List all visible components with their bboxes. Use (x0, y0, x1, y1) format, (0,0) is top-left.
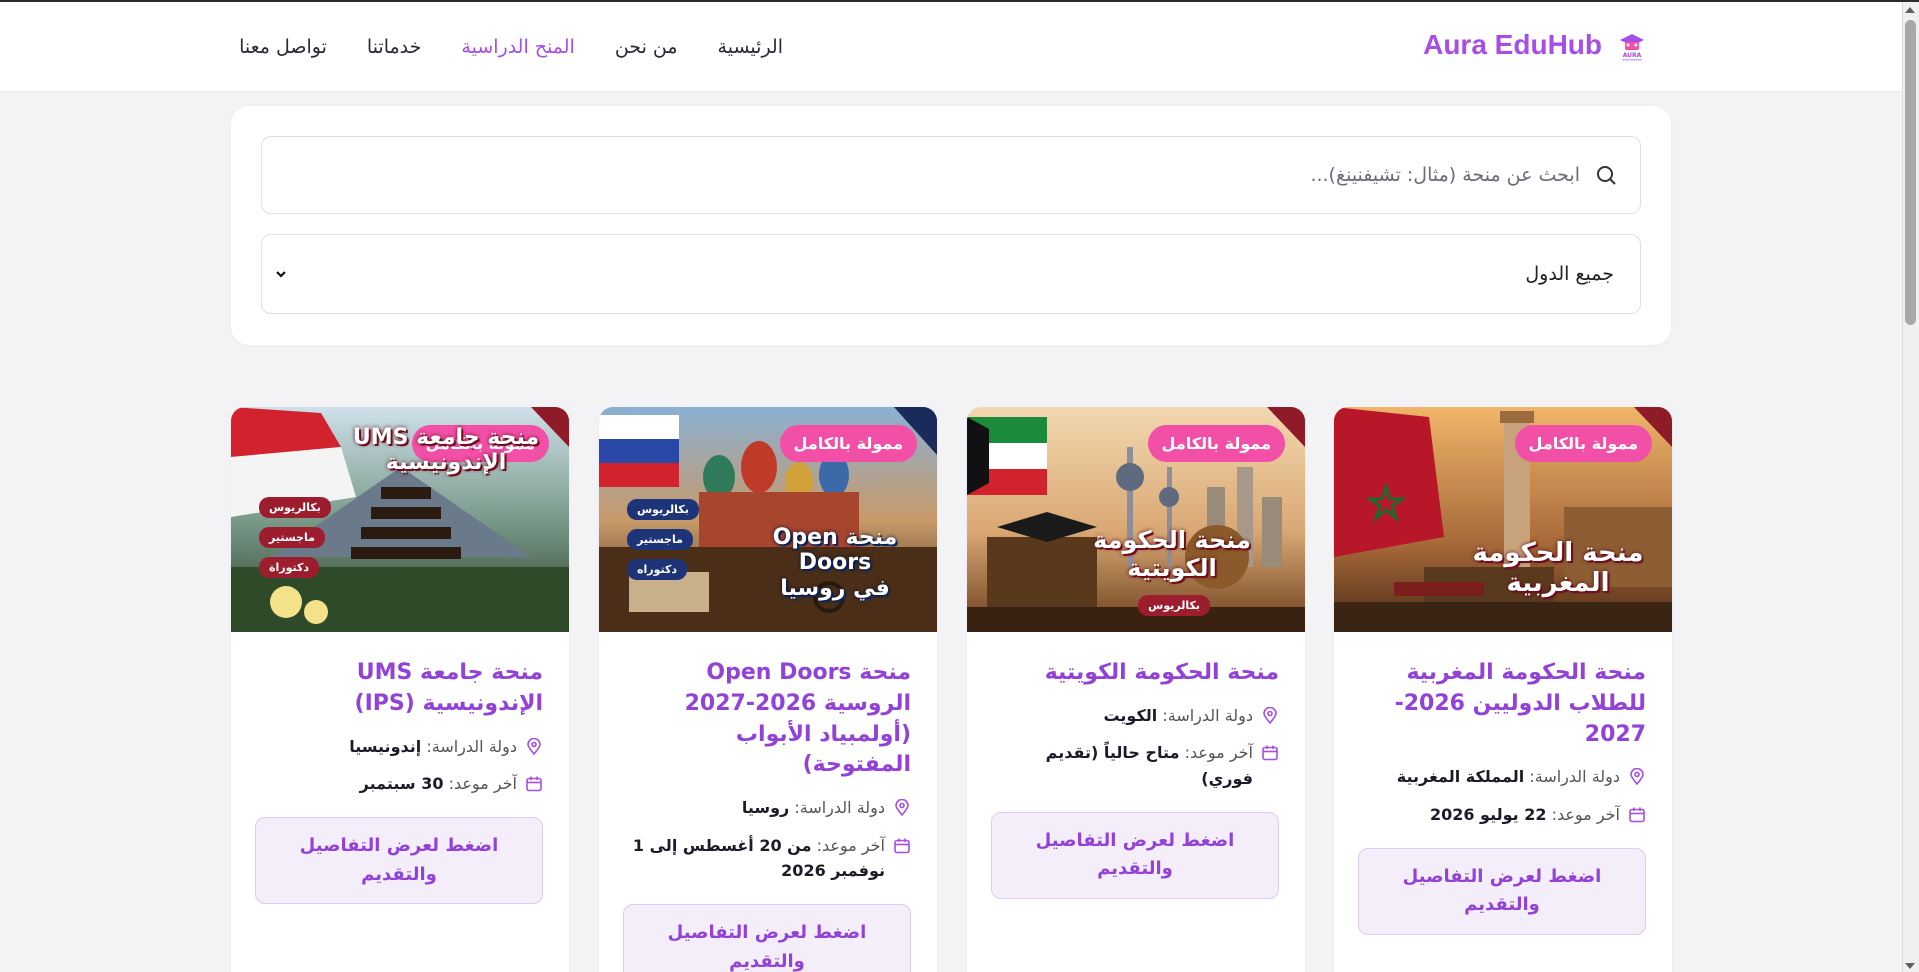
scholarship-card: ممولة بالكامل منحة الحكومة المغربية منحة… (1334, 407, 1672, 972)
country-value: إندونيسيا (349, 736, 422, 756)
brand-name[interactable]: Aura EduHub (1423, 29, 1602, 61)
level-tag: ماجستير (627, 529, 693, 550)
country-label: دولة الدراسة: (426, 736, 517, 756)
country-row: دولة الدراسة: الكويت (993, 703, 1279, 729)
card-image[interactable]: ممولة بالكامل منحة Open Doors في روسيا ب… (599, 407, 937, 632)
page-scrollbar[interactable] (1902, 2, 1919, 972)
country-select-value: جميع الدول (1525, 263, 1614, 285)
level-tag: بكالريوس (627, 499, 699, 520)
svg-text:AURA: AURA (1623, 52, 1642, 59)
chevron-down-icon (276, 271, 286, 278)
deadline-label: آخر موعد: (448, 774, 517, 794)
nav-about[interactable]: من نحن (615, 36, 678, 58)
card-body: منحة الحكومة المغربية للطلاب الدوليين 20… (1334, 632, 1672, 936)
nav-scholarships[interactable]: المنح الدراسية (461, 36, 574, 58)
scholarship-card: ممولة بالكامل منحة جامعة UMS الإندونيسية… (231, 407, 569, 972)
level-tag: بكالريوس (1138, 595, 1210, 616)
calendar-icon (1262, 745, 1278, 761)
details-button[interactable]: اضغط لعرض التفاصيل والتقديم (991, 811, 1279, 900)
image-title: منحة الحكومة الكويتية (1093, 526, 1251, 582)
nav-contact[interactable]: تواصل معنا (239, 36, 327, 58)
country-value: روسيا (741, 798, 790, 818)
level-tag: ماجستير (259, 527, 325, 548)
deadline-row: آخر موعد: 22 يوليو 2026 (1360, 802, 1646, 828)
deadline-value: 30 سبتمبر (359, 774, 444, 794)
nav-home[interactable]: الرئيسية (718, 36, 783, 58)
deadline-label: آخر موعد: (1184, 743, 1253, 763)
funding-badge: ممولة بالكامل (779, 425, 917, 462)
card-body: منحة جامعة UMS الإندونيسية (IPS) دولة ال… (231, 632, 569, 905)
country-label: دولة الدراسة: (1162, 705, 1253, 725)
level-tag: دكتوراة (259, 557, 320, 578)
details-button[interactable]: اضغط لعرض التفاصيل والتقديم (255, 816, 543, 905)
country-select[interactable]: جميع الدول (261, 234, 1641, 314)
deadline-row: آخر موعد: 30 سبتمبر (257, 771, 543, 797)
card-body: منحة الحكومة الكويتية دولة الدراسة: الكو… (967, 632, 1305, 900)
card-title[interactable]: منحة جامعة UMS الإندونيسية (IPS) (257, 658, 543, 720)
location-pin-icon (527, 737, 541, 755)
funding-badge: ممولة بالكامل (1514, 425, 1652, 462)
card-title[interactable]: منحة الحكومة المغربية للطلاب الدوليين 20… (1360, 658, 1646, 750)
site-header: Aura EduHub AURA الرئيسية من نحن المنح ا… (0, 2, 1902, 92)
country-row: دولة الدراسة: روسيا (625, 795, 911, 821)
card-title[interactable]: منحة Open Doors الروسية 2026-2027 (أولمب… (625, 658, 911, 781)
calendar-icon (1629, 807, 1645, 823)
calendar-icon (894, 838, 910, 854)
image-title: منحة الحكومة المغربية (1472, 538, 1644, 598)
nav-services[interactable]: خدماتنا (367, 36, 422, 58)
card-title[interactable]: منحة الحكومة الكويتية (993, 658, 1279, 689)
location-pin-icon (1630, 768, 1644, 786)
details-button[interactable]: اضغط لعرض التفاصيل والتقديم (1358, 847, 1646, 936)
main-nav: الرئيسية من نحن المنح الدراسية خدماتنا ت… (239, 36, 783, 58)
deadline-label: آخر موعد: (1551, 804, 1620, 824)
country-value: الكويت (1103, 705, 1158, 725)
search-input[interactable] (380, 164, 1580, 186)
country-label: دولة الدراسة: (794, 798, 885, 818)
search-icon (1597, 166, 1616, 185)
deadline-value: 22 يوليو 2026 (1429, 804, 1547, 824)
scroll-down-icon[interactable] (1905, 963, 1915, 969)
level-tag: دكتوراه (627, 559, 688, 580)
card-image[interactable]: ممولة بالكامل منحة جامعة UMS الإندونيسية… (231, 407, 569, 632)
details-button[interactable]: اضغط لعرض التفاصيل والتقديم (623, 903, 911, 972)
country-row: دولة الدراسة: المملكة المغربية (1360, 764, 1646, 790)
country-row: دولة الدراسة: إندونيسيا (257, 734, 543, 760)
scholarship-card: ممولة بالكامل منحة الحكومة الكويتية بكال… (967, 407, 1305, 972)
image-title: منحة جامعة UMS الإندونيسية (352, 425, 540, 476)
country-label: دولة الدراسة: (1529, 767, 1620, 787)
deadline-row: آخر موعد: متاح حالياً (تقديم فوري) (993, 740, 1279, 791)
filter-panel: جميع الدول (231, 106, 1671, 345)
deadline-row: آخر موعد: من 20 أغسطس إلى 1 نوفمبر 2026 (625, 833, 911, 884)
card-image[interactable]: ممولة بالكامل منحة الحكومة المغربية (1334, 407, 1672, 632)
scroll-up-icon[interactable] (1905, 7, 1915, 13)
location-pin-icon (895, 799, 909, 817)
calendar-icon (526, 776, 542, 792)
deadline-label: آخر موعد: (816, 835, 885, 855)
card-body: منحة Open Doors الروسية 2026-2027 (أولمب… (599, 632, 937, 972)
funding-badge: ممولة بالكامل (1147, 425, 1285, 462)
level-tag: بكالريوس (259, 497, 331, 518)
search-box[interactable] (261, 136, 1641, 214)
card-image[interactable]: ممولة بالكامل منحة الحكومة الكويتية بكال… (967, 407, 1305, 632)
scholarship-card: ممولة بالكامل منحة Open Doors في روسيا ب… (599, 407, 937, 972)
brand[interactable]: Aura EduHub AURA (1423, 28, 1648, 62)
location-pin-icon (1263, 706, 1277, 725)
logo-icon[interactable]: AURA (1616, 28, 1648, 62)
country-value: المملكة المغربية (1396, 767, 1525, 787)
image-title: منحة Open Doors في روسيا (772, 525, 898, 601)
scroll-thumb[interactable] (1905, 20, 1916, 325)
